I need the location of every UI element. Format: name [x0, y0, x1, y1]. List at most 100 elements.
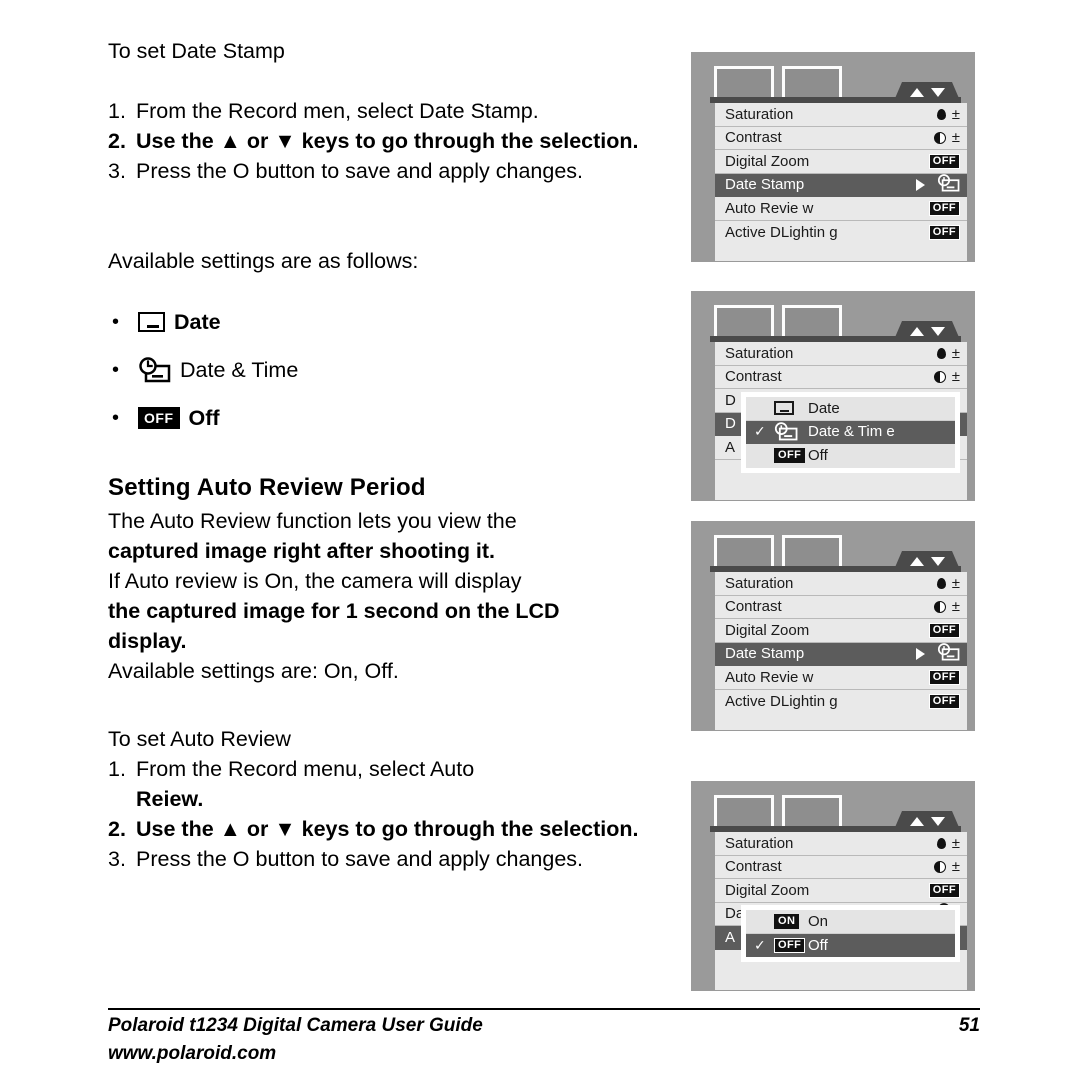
- menu-list-tail: [715, 713, 967, 730]
- menu-list-tail: [715, 483, 967, 500]
- menu-row-digital-zoom[interactable]: Digital Zoom OFF: [715, 619, 967, 643]
- saturation-icon: ±: [936, 835, 960, 852]
- menu-row-active-d-lighting[interactable]: Active DLightin g OFF: [715, 220, 967, 244]
- menu-tabs: [714, 305, 842, 339]
- tab-record[interactable]: [714, 795, 774, 829]
- menu-row-digital-zoom[interactable]: Digital Zoom OFF: [715, 879, 967, 903]
- scroll-up-icon[interactable]: [909, 88, 924, 97]
- section-heading-auto-review: Setting Auto Review Period: [108, 474, 426, 501]
- dropdown-option-off[interactable]: ✓ OFF Off: [746, 933, 955, 957]
- step-text: Press the O button to save and apply cha…: [136, 159, 584, 183]
- menu-row-saturation[interactable]: Saturation ±: [715, 103, 967, 127]
- contrast-icon: ±: [933, 129, 960, 146]
- menu-row-label: Saturation: [725, 344, 794, 362]
- check-icon: ✓: [754, 936, 766, 953]
- step-item: 1. From the Record menu, select Auto: [108, 754, 660, 784]
- menu-row-saturation[interactable]: Saturation ±: [715, 832, 967, 856]
- menu-list-tail: [715, 244, 967, 261]
- scroll-up-icon[interactable]: [909, 327, 924, 336]
- date-time-icon: [138, 357, 171, 383]
- auto-review-paragraph-line-1: The Auto Review function lets you view t…: [108, 509, 517, 533]
- dropdown-option-label: Off: [808, 447, 828, 465]
- footer-website[interactable]: www.polaroid.com: [108, 1040, 980, 1068]
- submenu-caret-icon: [916, 178, 925, 191]
- menu-row-auto-review[interactable]: Auto Revie w OFF: [715, 666, 967, 690]
- off-badge-icon: OFF: [138, 407, 180, 429]
- contrast-icon: ±: [933, 598, 960, 615]
- menu-list-tail: [715, 973, 967, 990]
- off-badge-icon: OFF: [928, 622, 960, 638]
- footer-divider: [108, 1008, 980, 1010]
- step-item: 2. Use the ▲ or ▼ keys to go through the…: [108, 814, 660, 844]
- menu-row-label: Saturation: [725, 105, 794, 123]
- scroll-down-icon[interactable]: [930, 327, 945, 336]
- step-text: Reiew.: [136, 787, 204, 811]
- tab-setup[interactable]: [782, 535, 842, 569]
- off-badge-icon: OFF: [928, 153, 960, 169]
- heading-to-set-auto-review: To set Auto Review: [108, 727, 291, 751]
- dropdown-option-label: On: [808, 912, 829, 930]
- menu-row-saturation[interactable]: Saturation ±: [715, 572, 967, 596]
- menu-row-label: Digital Zoom: [725, 621, 810, 639]
- page-number: 51: [958, 1015, 980, 1036]
- scroll-down-icon[interactable]: [930, 817, 945, 826]
- menu-row-label: Contrast: [725, 129, 782, 147]
- scroll-down-icon[interactable]: [930, 88, 945, 97]
- saturation-icon: ±: [936, 345, 960, 362]
- tab-setup[interactable]: [782, 305, 842, 339]
- auto-review-paragraph-line-1b: captured image right after shooting it.: [108, 539, 496, 563]
- date-time-icon: [774, 422, 808, 441]
- dropdown-option-off[interactable]: OFF Off: [746, 444, 955, 468]
- menu-row-auto-review[interactable]: Auto Revie w OFF: [715, 197, 967, 221]
- menu-row-label: Date Stamp: [725, 645, 805, 663]
- off-badge-icon: OFF: [928, 669, 960, 685]
- available-settings-label: Available settings are as follows:: [108, 249, 419, 273]
- step-number: 3.: [108, 159, 126, 183]
- tab-record[interactable]: [714, 66, 774, 100]
- text-column: To set Date Stamp 1. From the Record men…: [108, 36, 660, 874]
- tab-setup[interactable]: [782, 795, 842, 829]
- menu-row-label: Saturation: [725, 574, 794, 592]
- dropdown-option-label: Date: [808, 399, 840, 417]
- menu-row-list: Saturation ± Contrast ± Digital Zoom OFF…: [715, 572, 967, 730]
- settings-bullet-list: • Date • Date & Time • OFF Off: [108, 298, 660, 442]
- step-item: 3. Press the O button to save and apply …: [108, 156, 660, 186]
- tab-record[interactable]: [714, 535, 774, 569]
- menu-row-label: Auto Revie w: [725, 668, 814, 686]
- contrast-icon: ±: [933, 858, 960, 875]
- on-badge-icon: ON: [774, 913, 808, 929]
- menu-row-contrast[interactable]: Contrast ±: [715, 595, 967, 619]
- step-number: 1.: [108, 757, 126, 781]
- settings-bullet-item: • Date & Time: [108, 346, 660, 394]
- off-badge-icon: OFF: [774, 937, 808, 953]
- step-text: From the Record menu, select Auto: [136, 757, 475, 781]
- menu-row-label: Saturation: [725, 834, 794, 852]
- tab-record[interactable]: [714, 305, 774, 339]
- auto-review-available-settings: Available settings are: On, Off.: [108, 659, 399, 683]
- step-item: 2. Use the ▲ or ▼ keys to go through the…: [108, 126, 660, 156]
- saturation-icon: ±: [936, 106, 960, 123]
- step-number: 2.: [108, 817, 126, 841]
- dropdown-option-date-time[interactable]: ✓ Date & Tim e: [746, 420, 955, 444]
- scroll-up-icon[interactable]: [909, 817, 924, 826]
- menu-row-date-stamp[interactable]: Date Stamp: [715, 173, 967, 197]
- menu-row-contrast[interactable]: Contrast ±: [715, 365, 967, 389]
- settings-bullet-label: Off: [188, 406, 220, 430]
- steps-date-stamp: 1. From the Record men, select Date Stam…: [108, 96, 660, 186]
- menu-row-active-d-lighting[interactable]: Active DLightin g OFF: [715, 689, 967, 713]
- menu-row-saturation[interactable]: Saturation ±: [715, 342, 967, 366]
- menu-row-contrast[interactable]: Contrast ±: [715, 126, 967, 150]
- dropdown-option-date[interactable]: Date: [746, 397, 955, 421]
- step-text: Press the O button to save and apply cha…: [136, 847, 584, 871]
- menu-row-label: Digital Zoom: [725, 152, 810, 170]
- dropdown-option-on[interactable]: ON On: [746, 910, 955, 934]
- menu-row-contrast[interactable]: Contrast ±: [715, 855, 967, 879]
- step-item: 3. Press the O button to save and apply …: [108, 844, 660, 874]
- menu-row-date-stamp[interactable]: Date Stamp: [715, 642, 967, 666]
- tab-setup[interactable]: [782, 66, 842, 100]
- scroll-down-icon[interactable]: [930, 557, 945, 566]
- camera-menu-screenshot-4: Saturation ± Contrast ± Digital Zoom OFF…: [691, 781, 975, 991]
- menu-row-digital-zoom[interactable]: Digital Zoom OFF: [715, 150, 967, 174]
- menu-row-list: Saturation ± Contrast ± Digital Zoom OFF…: [715, 103, 967, 261]
- scroll-up-icon[interactable]: [909, 557, 924, 566]
